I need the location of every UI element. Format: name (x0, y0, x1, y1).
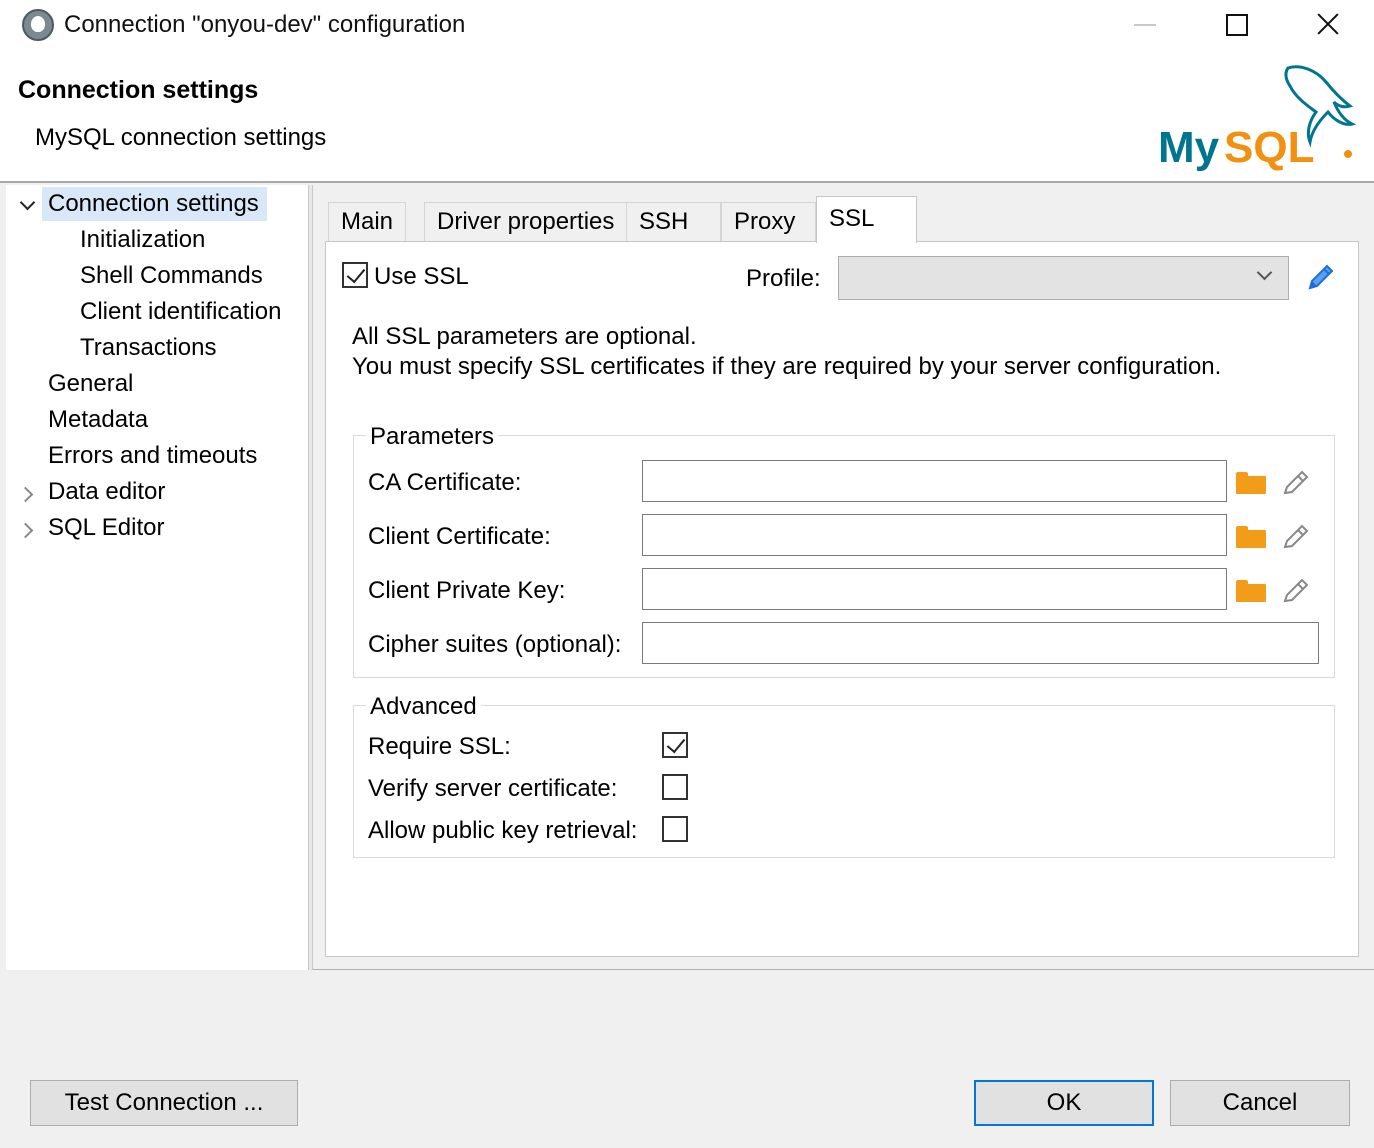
ssl-info-line2: You must specify SSL certificates if the… (352, 353, 1222, 380)
tab-proxy[interactable]: Proxy (721, 202, 816, 242)
profile-select[interactable] (838, 256, 1289, 300)
tree-item-shell-commands[interactable]: Shell Commands (80, 259, 263, 293)
chevron-down-icon[interactable] (20, 197, 34, 211)
title-bar: Connection "onyou-dev" configuration (0, 0, 1374, 52)
chevron-down-icon (1256, 264, 1273, 281)
advanced-group-title: Advanced (366, 693, 481, 721)
tree-item-errors-and-timeouts[interactable]: Errors and timeouts (48, 439, 257, 473)
app-icon (22, 9, 54, 41)
ok-button[interactable]: OK (974, 1080, 1154, 1126)
allow-public-key-retrieval-label: Allow public key retrieval: (368, 817, 638, 844)
page-title: Connection settings (18, 76, 259, 104)
eraser-icon[interactable] (1280, 466, 1312, 498)
close-button[interactable] (1282, 0, 1374, 52)
folder-icon[interactable] (1236, 580, 1266, 602)
cipher-suites-label: Cipher suites (optional): (368, 631, 622, 658)
client-certificate-input[interactable] (642, 514, 1227, 556)
client-private-key-label: Client Private Key: (368, 577, 566, 604)
page-subtitle: MySQL connection settings (35, 124, 327, 151)
tree-item-connection-settings[interactable]: Connection settings (42, 187, 267, 221)
profile-label: Profile: (746, 265, 821, 292)
svg-text:SQL: SQL (1224, 123, 1314, 172)
mysql-logo: My SQL (1158, 65, 1357, 172)
folder-icon[interactable] (1236, 472, 1266, 494)
tree-item-metadata[interactable]: Metadata (48, 403, 148, 437)
parameters-group-title: Parameters (366, 423, 499, 451)
tree-item-initialization[interactable]: Initialization (80, 223, 205, 257)
verify-server-certificate-checkbox[interactable] (662, 774, 688, 800)
svg-text:My: My (1158, 123, 1220, 172)
folder-icon[interactable] (1236, 526, 1266, 548)
tab-main[interactable]: Main (328, 202, 407, 242)
eraser-icon[interactable] (1280, 520, 1312, 552)
ca-certificate-input[interactable] (642, 460, 1227, 502)
chevron-right-icon[interactable] (20, 487, 34, 501)
cancel-button[interactable]: Cancel (1170, 1080, 1350, 1126)
test-connection-button[interactable]: Test Connection ... (30, 1080, 298, 1126)
cipher-suites-input[interactable] (642, 622, 1319, 664)
client-private-key-input[interactable] (642, 568, 1227, 610)
client-certificate-label: Client Certificate: (368, 523, 551, 550)
tree-item-data-editor[interactable]: Data editor (48, 475, 165, 509)
maximize-button[interactable] (1190, 0, 1282, 52)
use-ssl-checkbox[interactable] (342, 262, 368, 288)
window-title: Connection "onyou-dev" configuration (64, 11, 466, 38)
tab-driver-properties[interactable]: Driver properties (424, 202, 628, 242)
verify-server-certificate-label: Verify server certificate: (368, 775, 618, 802)
use-ssl-label[interactable]: Use SSL (374, 263, 469, 291)
pencil-icon[interactable] (1304, 260, 1338, 294)
chevron-right-icon[interactable] (20, 523, 34, 537)
tree-item-client-identification[interactable]: Client identification (80, 295, 281, 329)
eraser-icon[interactable] (1280, 574, 1312, 606)
require-ssl-label: Require SSL: (368, 733, 511, 760)
allow-public-key-retrieval-checkbox[interactable] (662, 816, 688, 842)
tree-item-sql-editor[interactable]: SQL Editor (48, 511, 165, 545)
tree-item-general[interactable]: General (48, 367, 133, 401)
dialog-header: Connection settings MySQL connection set… (0, 52, 1374, 183)
require-ssl-checkbox[interactable] (662, 732, 688, 758)
tree-item-transactions[interactable]: Transactions (80, 331, 217, 365)
settings-tree: Connection settings Initialization Shell… (6, 185, 308, 970)
tab-ssl[interactable]: SSL (816, 196, 917, 243)
minimize-button[interactable] (1098, 0, 1190, 52)
tab-ssh[interactable]: SSH (626, 202, 721, 242)
ssl-info-line1: All SSL parameters are optional. (352, 323, 697, 350)
ca-certificate-label: CA Certificate: (368, 469, 522, 496)
